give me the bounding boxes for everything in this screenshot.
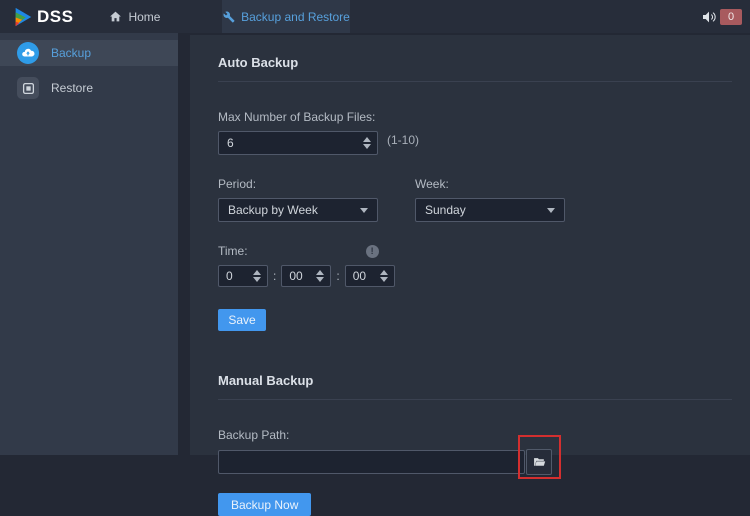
save-button[interactable]: Save bbox=[218, 309, 266, 331]
auto-backup-section-title: Auto Backup bbox=[218, 55, 732, 82]
info-icon[interactable]: ! bbox=[366, 245, 379, 258]
spinner-up-icon[interactable] bbox=[363, 137, 371, 142]
cloud-upload-icon bbox=[17, 42, 39, 64]
time-label: Time: bbox=[218, 244, 248, 258]
app-logo: DSS bbox=[0, 0, 83, 33]
sidebar-item-backup-label: Backup bbox=[51, 46, 91, 60]
period-label: Period: bbox=[218, 177, 415, 191]
week-label: Week: bbox=[415, 177, 565, 191]
sidebar-item-restore-label: Restore bbox=[51, 81, 93, 95]
wrench-icon bbox=[223, 11, 235, 23]
tab-backup-and-restore[interactable]: Backup and Restore bbox=[222, 0, 350, 33]
time-second-input[interactable] bbox=[346, 269, 380, 283]
max-files-input[interactable] bbox=[219, 136, 363, 150]
manual-backup-section-title: Manual Backup bbox=[218, 373, 732, 400]
home-icon bbox=[109, 10, 122, 23]
restore-icon bbox=[17, 77, 39, 99]
browse-folder-button[interactable] bbox=[526, 449, 552, 475]
sidebar: Backup Restore bbox=[0, 33, 178, 455]
time-minute-input[interactable] bbox=[282, 269, 316, 283]
week-value: Sunday bbox=[425, 203, 466, 217]
spinner-down-icon[interactable] bbox=[316, 277, 324, 282]
max-files-label: Max Number of Backup Files: bbox=[218, 110, 732, 124]
time-separator: : bbox=[336, 269, 339, 283]
max-files-stepper[interactable] bbox=[363, 137, 377, 149]
alarm-count-badge[interactable]: 0 bbox=[720, 9, 742, 25]
tab-active-label: Backup and Restore bbox=[241, 10, 350, 24]
backup-now-button[interactable]: Backup Now bbox=[218, 493, 311, 516]
spinner-down-icon[interactable] bbox=[380, 277, 388, 282]
caret-down-icon bbox=[360, 208, 368, 213]
period-value: Backup by Week bbox=[228, 203, 318, 217]
spinner-up-icon[interactable] bbox=[380, 270, 388, 275]
time-second-field bbox=[345, 265, 395, 287]
sidebar-item-restore[interactable]: Restore bbox=[0, 75, 178, 101]
sidebar-item-backup[interactable]: Backup bbox=[0, 40, 178, 66]
folder-icon bbox=[533, 456, 546, 469]
dss-logo-icon bbox=[12, 6, 34, 28]
topbar-right: 0 bbox=[701, 0, 750, 33]
time-minute-stepper[interactable] bbox=[316, 270, 330, 282]
top-bar: DSS Home Backup and Restore 0 bbox=[0, 0, 750, 33]
spinner-up-icon[interactable] bbox=[253, 270, 261, 275]
backup-path-row bbox=[218, 449, 732, 475]
time-minute-field bbox=[281, 265, 331, 287]
spinner-down-icon[interactable] bbox=[253, 277, 261, 282]
max-files-field bbox=[218, 131, 378, 155]
time-hour-stepper[interactable] bbox=[253, 270, 267, 282]
logo-text: DSS bbox=[37, 7, 73, 27]
backup-settings-panel: Auto Backup Max Number of Backup Files: … bbox=[190, 35, 750, 455]
spinner-up-icon[interactable] bbox=[316, 270, 324, 275]
backup-path-input[interactable] bbox=[218, 450, 525, 474]
time-hour-input[interactable] bbox=[219, 269, 253, 283]
spinner-down-icon[interactable] bbox=[363, 144, 371, 149]
caret-down-icon bbox=[547, 208, 555, 213]
speaker-icon[interactable] bbox=[701, 9, 717, 25]
max-files-range-hint: (1-10) bbox=[387, 133, 419, 147]
time-separator: : bbox=[273, 269, 276, 283]
tab-home[interactable]: Home bbox=[99, 0, 170, 33]
time-second-stepper[interactable] bbox=[380, 270, 394, 282]
week-select[interactable]: Sunday bbox=[415, 198, 565, 222]
tab-home-label: Home bbox=[128, 10, 160, 24]
backup-path-label: Backup Path: bbox=[218, 428, 732, 442]
period-select[interactable]: Backup by Week bbox=[218, 198, 378, 222]
time-hour-field bbox=[218, 265, 268, 287]
